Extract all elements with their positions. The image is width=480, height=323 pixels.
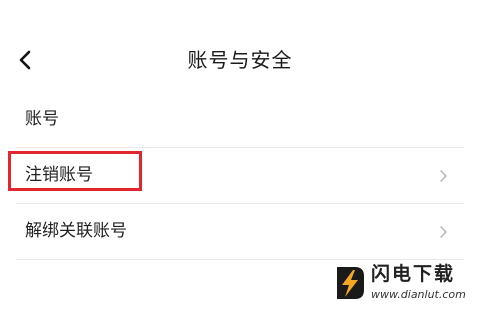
header: 账号与安全 xyxy=(0,40,480,82)
watermark-title: 闪电下载 xyxy=(371,263,456,285)
chevron-right-icon xyxy=(440,226,447,238)
list-item-unbind-linked-accounts[interactable]: 解绑关联账号 xyxy=(16,204,464,260)
lightning-logo-icon xyxy=(337,267,364,299)
chevron-right-icon xyxy=(440,170,447,182)
account-security-screen: 账号与安全 账号 注销账号 解绑关联账号 闪电下载 www.dianlut.co… xyxy=(0,0,480,323)
watermark: 闪电下载 www.dianlut.com xyxy=(333,262,473,308)
list-item-label: 账号 xyxy=(25,109,59,129)
divider xyxy=(16,259,464,260)
watermark-url: www.dianlut.com xyxy=(371,288,466,301)
page-title: 账号与安全 xyxy=(187,48,293,72)
list-item-account[interactable]: 账号 xyxy=(16,92,464,148)
highlight-annotation-box xyxy=(8,151,142,191)
list-item-label: 解绑关联账号 xyxy=(25,221,127,241)
